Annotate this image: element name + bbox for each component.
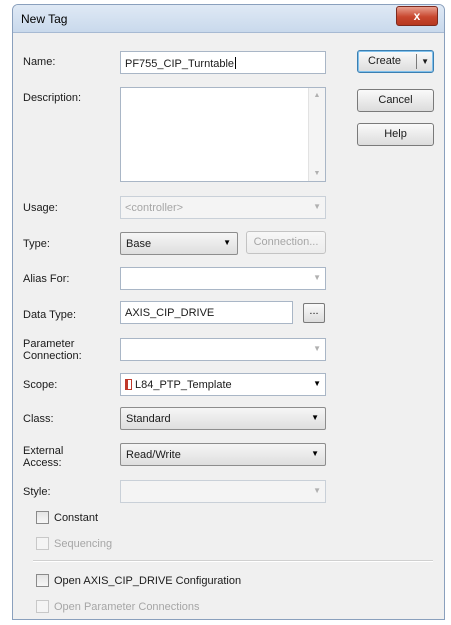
scroll-up-arrow-icon[interactable]: ▲ bbox=[309, 92, 325, 99]
open-parameter-connections-checkbox[interactable] bbox=[36, 600, 49, 613]
parameter-connection-label: Parameter Connection: bbox=[23, 338, 82, 362]
external-access-value: Read/Write bbox=[126, 449, 181, 461]
chevron-down-icon: ▼ bbox=[313, 273, 321, 282]
parameter-connection-label-line2: Connection: bbox=[23, 350, 82, 362]
class-value: Standard bbox=[126, 413, 171, 425]
dialog-title: New Tag bbox=[21, 12, 68, 26]
create-button[interactable]: Create ▼ bbox=[357, 50, 434, 73]
new-tag-dialog: New Tag x Name: PF755_CIP_Turntable Crea… bbox=[12, 4, 445, 620]
chevron-down-icon: ▼ bbox=[311, 449, 319, 458]
external-access-select[interactable]: Read/Write ▼ bbox=[120, 443, 326, 466]
divider bbox=[33, 560, 433, 562]
chevron-down-icon: ▼ bbox=[313, 202, 321, 211]
style-label: Style: bbox=[23, 486, 51, 498]
external-access-label-line1: External bbox=[23, 445, 64, 457]
type-select[interactable]: Base ▼ bbox=[120, 232, 238, 255]
title-bar[interactable]: New Tag x bbox=[13, 5, 444, 33]
sequencing-label[interactable]: Sequencing bbox=[54, 538, 112, 550]
scroll-down-arrow-icon[interactable]: ▼ bbox=[309, 170, 325, 177]
class-select[interactable]: Standard ▼ bbox=[120, 407, 326, 430]
open-parameter-connections-label[interactable]: Open Parameter Connections bbox=[54, 601, 200, 613]
scope-select[interactable]: L84_PTP_Template ▼ bbox=[120, 373, 326, 396]
description-label: Description: bbox=[23, 92, 82, 104]
constant-label[interactable]: Constant bbox=[54, 512, 98, 524]
type-label: Type: bbox=[23, 238, 50, 250]
scope-label: Scope: bbox=[23, 379, 58, 391]
chevron-down-icon: ▼ bbox=[313, 486, 321, 495]
type-value: Base bbox=[126, 238, 152, 250]
external-access-label: External Access: bbox=[23, 445, 63, 469]
chevron-down-icon: ▼ bbox=[313, 344, 321, 353]
data-type-browse-button[interactable]: ... bbox=[303, 303, 325, 323]
controller-scope-icon bbox=[125, 379, 132, 390]
text-cursor bbox=[235, 57, 237, 69]
alias-for-label: Alias For: bbox=[23, 273, 70, 285]
cancel-button[interactable]: Cancel bbox=[357, 89, 434, 112]
class-label: Class: bbox=[23, 413, 54, 425]
data-type-label: Data Type: bbox=[23, 309, 76, 321]
name-value: PF755_CIP_Turntable bbox=[125, 58, 235, 70]
parameter-connection-label-line1: Parameter bbox=[23, 338, 75, 350]
name-label: Name: bbox=[23, 56, 56, 68]
alias-for-select[interactable]: ▼ bbox=[120, 267, 326, 290]
usage-value: <controller> bbox=[125, 202, 184, 214]
constant-checkbox[interactable] bbox=[36, 511, 49, 524]
chevron-down-icon[interactable]: ▼ bbox=[421, 51, 429, 72]
close-icon: x bbox=[413, 9, 421, 23]
data-type-input[interactable]: AXIS_CIP_DRIVE bbox=[120, 301, 293, 324]
help-button[interactable]: Help bbox=[357, 123, 434, 146]
description-scrollbar[interactable]: ▲ ▼ bbox=[308, 88, 325, 181]
style-select[interactable]: ▼ bbox=[120, 480, 326, 503]
open-configuration-label[interactable]: Open AXIS_CIP_DRIVE Configuration bbox=[54, 575, 241, 587]
data-type-value: AXIS_CIP_DRIVE bbox=[125, 307, 215, 319]
connection-button[interactable]: Connection... bbox=[246, 231, 326, 254]
scope-value: L84_PTP_Template bbox=[135, 379, 232, 391]
chevron-down-icon: ▼ bbox=[223, 238, 231, 247]
open-configuration-checkbox[interactable] bbox=[36, 574, 49, 587]
description-textarea[interactable]: ▲ ▼ bbox=[120, 87, 326, 182]
create-button-label: Create bbox=[368, 55, 402, 67]
usage-select[interactable]: <controller> ▼ bbox=[120, 196, 326, 219]
chevron-down-icon: ▼ bbox=[311, 413, 319, 422]
parameter-connection-select[interactable]: ▼ bbox=[120, 338, 326, 361]
close-button[interactable]: x bbox=[396, 6, 438, 26]
name-input[interactable]: PF755_CIP_Turntable bbox=[120, 51, 326, 74]
chevron-down-icon: ▼ bbox=[313, 379, 321, 388]
external-access-label-line2: Access: bbox=[23, 457, 62, 469]
usage-label: Usage: bbox=[23, 202, 58, 214]
sequencing-checkbox[interactable] bbox=[36, 537, 49, 550]
